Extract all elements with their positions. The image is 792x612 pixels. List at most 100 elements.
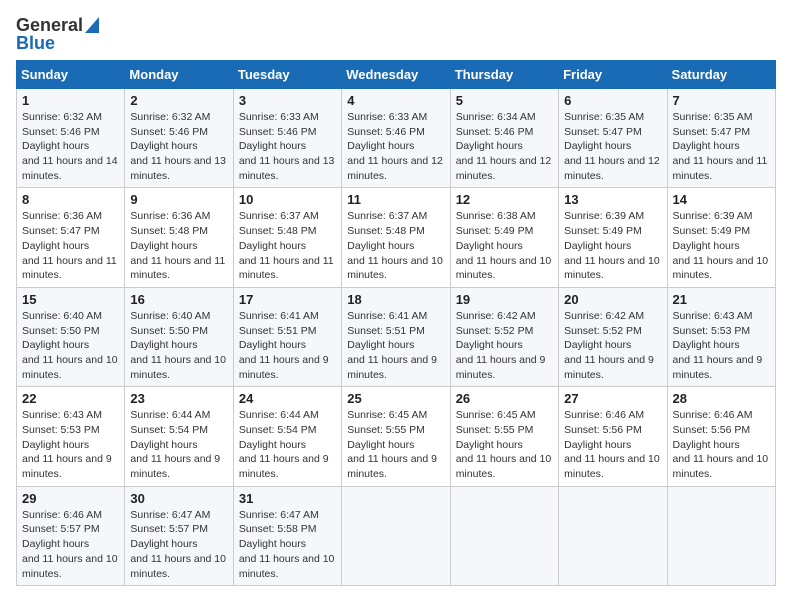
day-number: 18: [347, 292, 444, 307]
weekday-tuesday: Tuesday: [233, 61, 341, 89]
day-info: Sunrise: 6:40 AMSunset: 5:50 PMDaylight …: [22, 310, 118, 381]
day-cell: 15 Sunrise: 6:40 AMSunset: 5:50 PMDaylig…: [17, 287, 125, 386]
day-info: Sunrise: 6:36 AMSunset: 5:48 PMDaylight …: [130, 210, 225, 281]
day-cell: 2 Sunrise: 6:32 AMSunset: 5:46 PMDayligh…: [125, 89, 233, 188]
day-info: Sunrise: 6:42 AMSunset: 5:52 PMDaylight …: [564, 310, 654, 381]
day-cell: 30 Sunrise: 6:47 AMSunset: 5:57 PMDaylig…: [125, 486, 233, 585]
day-cell: 25 Sunrise: 6:45 AMSunset: 5:55 PMDaylig…: [342, 387, 450, 486]
day-cell: [342, 486, 450, 585]
week-row-3: 15 Sunrise: 6:40 AMSunset: 5:50 PMDaylig…: [17, 287, 776, 386]
weekday-friday: Friday: [559, 61, 667, 89]
day-info: Sunrise: 6:37 AMSunset: 5:48 PMDaylight …: [347, 210, 443, 281]
day-number: 2: [130, 93, 227, 108]
day-number: 17: [239, 292, 336, 307]
day-number: 26: [456, 391, 553, 406]
logo-blue-text: Blue: [16, 34, 99, 52]
day-cell: 8 Sunrise: 6:36 AMSunset: 5:47 PMDayligh…: [17, 188, 125, 287]
header: General Blue: [16, 16, 776, 52]
day-number: 14: [673, 192, 770, 207]
day-number: 7: [673, 93, 770, 108]
day-info: Sunrise: 6:47 AMSunset: 5:58 PMDaylight …: [239, 509, 335, 580]
day-number: 9: [130, 192, 227, 207]
day-cell: 3 Sunrise: 6:33 AMSunset: 5:46 PMDayligh…: [233, 89, 341, 188]
day-number: 3: [239, 93, 336, 108]
weekday-monday: Monday: [125, 61, 233, 89]
week-row-5: 29 Sunrise: 6:46 AMSunset: 5:57 PMDaylig…: [17, 486, 776, 585]
day-number: 30: [130, 491, 227, 506]
day-info: Sunrise: 6:39 AMSunset: 5:49 PMDaylight …: [673, 210, 769, 281]
day-cell: 19 Sunrise: 6:42 AMSunset: 5:52 PMDaylig…: [450, 287, 558, 386]
day-info: Sunrise: 6:35 AMSunset: 5:47 PMDaylight …: [673, 111, 768, 182]
day-number: 19: [456, 292, 553, 307]
day-info: Sunrise: 6:32 AMSunset: 5:46 PMDaylight …: [130, 111, 226, 182]
day-info: Sunrise: 6:38 AMSunset: 5:49 PMDaylight …: [456, 210, 552, 281]
day-info: Sunrise: 6:33 AMSunset: 5:46 PMDaylight …: [347, 111, 443, 182]
day-number: 27: [564, 391, 661, 406]
day-number: 1: [22, 93, 119, 108]
day-cell: 6 Sunrise: 6:35 AMSunset: 5:47 PMDayligh…: [559, 89, 667, 188]
day-number: 6: [564, 93, 661, 108]
day-info: Sunrise: 6:40 AMSunset: 5:50 PMDaylight …: [130, 310, 226, 381]
day-info: Sunrise: 6:42 AMSunset: 5:52 PMDaylight …: [456, 310, 546, 381]
day-cell: 12 Sunrise: 6:38 AMSunset: 5:49 PMDaylig…: [450, 188, 558, 287]
day-info: Sunrise: 6:36 AMSunset: 5:47 PMDaylight …: [22, 210, 117, 281]
day-info: Sunrise: 6:45 AMSunset: 5:55 PMDaylight …: [456, 409, 552, 480]
day-info: Sunrise: 6:44 AMSunset: 5:54 PMDaylight …: [130, 409, 220, 480]
day-cell: 11 Sunrise: 6:37 AMSunset: 5:48 PMDaylig…: [342, 188, 450, 287]
day-number: 31: [239, 491, 336, 506]
day-number: 5: [456, 93, 553, 108]
day-cell: 20 Sunrise: 6:42 AMSunset: 5:52 PMDaylig…: [559, 287, 667, 386]
day-cell: 10 Sunrise: 6:37 AMSunset: 5:48 PMDaylig…: [233, 188, 341, 287]
day-cell: 28 Sunrise: 6:46 AMSunset: 5:56 PMDaylig…: [667, 387, 775, 486]
day-cell: 16 Sunrise: 6:40 AMSunset: 5:50 PMDaylig…: [125, 287, 233, 386]
day-cell: 1 Sunrise: 6:32 AMSunset: 5:46 PMDayligh…: [17, 89, 125, 188]
day-cell: 9 Sunrise: 6:36 AMSunset: 5:48 PMDayligh…: [125, 188, 233, 287]
day-number: 13: [564, 192, 661, 207]
day-info: Sunrise: 6:47 AMSunset: 5:57 PMDaylight …: [130, 509, 226, 580]
day-cell: 18 Sunrise: 6:41 AMSunset: 5:51 PMDaylig…: [342, 287, 450, 386]
day-number: 24: [239, 391, 336, 406]
day-number: 23: [130, 391, 227, 406]
day-cell: [559, 486, 667, 585]
day-number: 11: [347, 192, 444, 207]
day-number: 29: [22, 491, 119, 506]
day-info: Sunrise: 6:46 AMSunset: 5:57 PMDaylight …: [22, 509, 118, 580]
day-info: Sunrise: 6:39 AMSunset: 5:49 PMDaylight …: [564, 210, 660, 281]
day-info: Sunrise: 6:46 AMSunset: 5:56 PMDaylight …: [673, 409, 769, 480]
week-row-2: 8 Sunrise: 6:36 AMSunset: 5:47 PMDayligh…: [17, 188, 776, 287]
week-row-4: 22 Sunrise: 6:43 AMSunset: 5:53 PMDaylig…: [17, 387, 776, 486]
week-row-1: 1 Sunrise: 6:32 AMSunset: 5:46 PMDayligh…: [17, 89, 776, 188]
day-cell: 22 Sunrise: 6:43 AMSunset: 5:53 PMDaylig…: [17, 387, 125, 486]
day-cell: 29 Sunrise: 6:46 AMSunset: 5:57 PMDaylig…: [17, 486, 125, 585]
day-info: Sunrise: 6:32 AMSunset: 5:46 PMDaylight …: [22, 111, 118, 182]
day-number: 25: [347, 391, 444, 406]
day-number: 20: [564, 292, 661, 307]
day-cell: 26 Sunrise: 6:45 AMSunset: 5:55 PMDaylig…: [450, 387, 558, 486]
day-number: 4: [347, 93, 444, 108]
weekday-header-row: SundayMondayTuesdayWednesdayThursdayFrid…: [17, 61, 776, 89]
weekday-saturday: Saturday: [667, 61, 775, 89]
calendar-body: 1 Sunrise: 6:32 AMSunset: 5:46 PMDayligh…: [17, 89, 776, 586]
day-cell: 14 Sunrise: 6:39 AMSunset: 5:49 PMDaylig…: [667, 188, 775, 287]
logo: General Blue: [16, 16, 99, 52]
day-cell: 4 Sunrise: 6:33 AMSunset: 5:46 PMDayligh…: [342, 89, 450, 188]
logo-triangle-icon: [85, 17, 99, 33]
day-cell: 21 Sunrise: 6:43 AMSunset: 5:53 PMDaylig…: [667, 287, 775, 386]
weekday-sunday: Sunday: [17, 61, 125, 89]
day-cell: [450, 486, 558, 585]
day-cell: [667, 486, 775, 585]
day-cell: 17 Sunrise: 6:41 AMSunset: 5:51 PMDaylig…: [233, 287, 341, 386]
day-info: Sunrise: 6:37 AMSunset: 5:48 PMDaylight …: [239, 210, 334, 281]
weekday-wednesday: Wednesday: [342, 61, 450, 89]
day-number: 21: [673, 292, 770, 307]
day-info: Sunrise: 6:45 AMSunset: 5:55 PMDaylight …: [347, 409, 437, 480]
day-cell: 31 Sunrise: 6:47 AMSunset: 5:58 PMDaylig…: [233, 486, 341, 585]
day-number: 16: [130, 292, 227, 307]
day-number: 15: [22, 292, 119, 307]
day-cell: 24 Sunrise: 6:44 AMSunset: 5:54 PMDaylig…: [233, 387, 341, 486]
day-cell: 5 Sunrise: 6:34 AMSunset: 5:46 PMDayligh…: [450, 89, 558, 188]
day-cell: 27 Sunrise: 6:46 AMSunset: 5:56 PMDaylig…: [559, 387, 667, 486]
logo-general-text: General: [16, 16, 83, 34]
day-cell: 23 Sunrise: 6:44 AMSunset: 5:54 PMDaylig…: [125, 387, 233, 486]
day-info: Sunrise: 6:35 AMSunset: 5:47 PMDaylight …: [564, 111, 660, 182]
